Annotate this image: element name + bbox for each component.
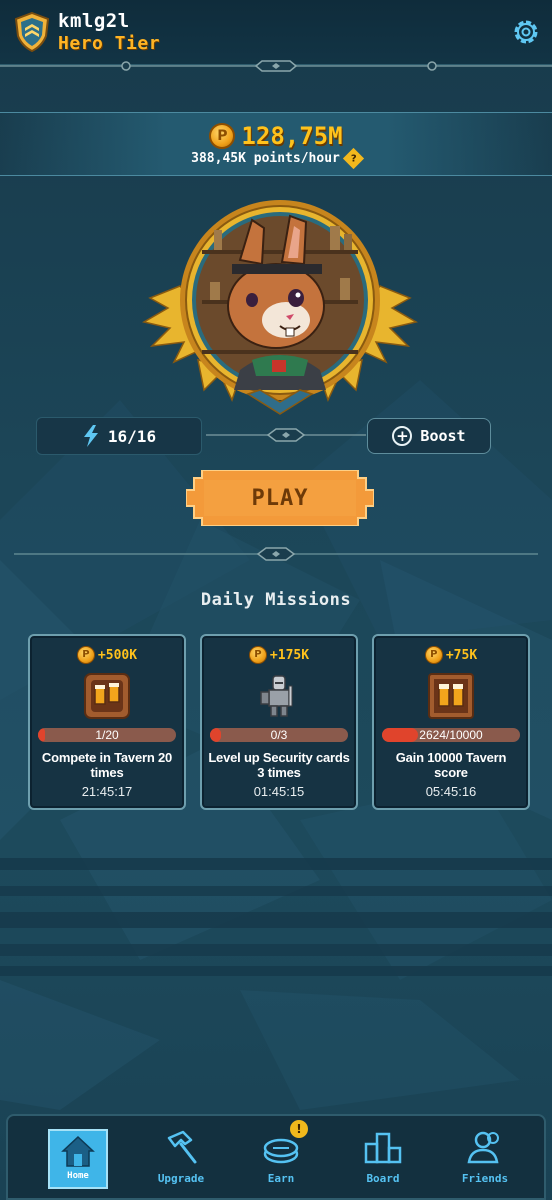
plus-circle-icon: + xyxy=(392,426,413,446)
mission-progress-text: 1/20 xyxy=(95,728,119,742)
beer-mugs-icon xyxy=(84,673,130,719)
section-divider-ornament xyxy=(14,547,538,561)
nav-board-label: Board xyxy=(366,1172,400,1185)
settings-gear-icon[interactable] xyxy=(510,16,542,48)
mission-card[interactable]: +500K 1/20 Compete in Tavern 20 times 21… xyxy=(28,634,186,810)
mission-reward-amount: +75K xyxy=(445,647,478,663)
beer-mugs-icon xyxy=(428,673,474,719)
mission-card[interactable]: +75K 2624/10000 Gain 10000 Tavern score … xyxy=(372,634,530,810)
play-button[interactable]: PLAY xyxy=(186,470,374,526)
daily-missions-title: Daily Missions xyxy=(200,590,352,610)
nav-friends-label: Friends xyxy=(461,1172,509,1185)
hammer-icon xyxy=(167,1130,197,1164)
mission-title: Gain 10000 Tavern score xyxy=(395,750,507,780)
mission-timer: 01:45:15 xyxy=(253,784,305,799)
points-total-row: 128,75M xyxy=(0,121,552,151)
mission-progress-text: 2624/10000 xyxy=(419,728,483,742)
home-icon xyxy=(61,1135,95,1167)
points-rate-row: 388,45K points/hour ? xyxy=(0,147,552,170)
energy-value: 16/16 xyxy=(107,426,157,446)
nav-board[interactable]: Board xyxy=(346,1126,420,1190)
friends-icon xyxy=(467,1131,499,1164)
mission-progress-bar: 2624/10000 xyxy=(382,728,520,742)
tier-shield-icon xyxy=(14,12,50,52)
points-total: 128,75M xyxy=(241,122,343,150)
play-label: PLAY xyxy=(251,485,309,511)
energy-divider-ornament xyxy=(206,428,366,442)
mission-progress-text: 0/3 xyxy=(270,728,288,742)
coin-icon xyxy=(248,646,267,664)
coin-icon xyxy=(76,646,95,664)
mission-title: Compete in Tavern 20 times xyxy=(41,750,173,780)
tier-label: Hero Tier xyxy=(58,33,161,54)
leaderboard-icon xyxy=(364,1132,402,1164)
coin-icon xyxy=(209,123,236,149)
mission-reward: +175K xyxy=(202,646,356,664)
points-panel: 128,75M 388,45K points/hour ? xyxy=(0,112,552,176)
nav-earn-label: Earn xyxy=(267,1172,295,1185)
boost-label: Boost xyxy=(420,427,466,445)
hero-avatar[interactable] xyxy=(140,190,420,420)
earn-alert-badge: ! xyxy=(290,1120,308,1138)
bottom-nav: Home Upgrade ! Earn Board Friends xyxy=(6,1114,546,1200)
help-icon[interactable]: ? xyxy=(342,147,364,170)
username: kmlg2l xyxy=(58,10,130,32)
knight-icon xyxy=(260,675,293,717)
mission-reward: +500K xyxy=(30,646,184,664)
nav-home[interactable]: Home xyxy=(48,1129,108,1189)
nav-upgrade[interactable]: Upgrade xyxy=(144,1126,218,1190)
mission-reward-amount: +175K xyxy=(269,647,310,663)
energy-counter: 16/16 xyxy=(36,417,202,455)
nav-earn[interactable]: ! Earn xyxy=(244,1120,318,1190)
points-per-hour: 388,45K points/hour xyxy=(191,151,340,166)
nav-friends[interactable]: Friends xyxy=(448,1126,522,1190)
coin-icon xyxy=(424,646,443,664)
top-header: kmlg2l Hero Tier xyxy=(0,0,552,66)
mission-progress-bar: 1/20 xyxy=(38,728,176,742)
mission-progress-bar: 0/3 xyxy=(210,728,348,742)
header-ornament xyxy=(0,60,552,72)
boost-button[interactable]: + Boost xyxy=(367,418,491,454)
nav-home-label: Home xyxy=(67,1171,89,1181)
mission-timer: 21:45:17 xyxy=(81,784,133,799)
lightning-icon xyxy=(83,425,98,447)
mission-card[interactable]: +175K 0/3 Level up Security cards 3 time… xyxy=(200,634,358,810)
mission-timer: 05:45:16 xyxy=(425,784,477,799)
mission-reward-amount: +500K xyxy=(97,647,138,663)
nav-upgrade-label: Upgrade xyxy=(157,1172,205,1185)
mission-reward: +75K xyxy=(374,646,528,664)
mission-title: Level up Security cards 3 times xyxy=(208,750,350,780)
